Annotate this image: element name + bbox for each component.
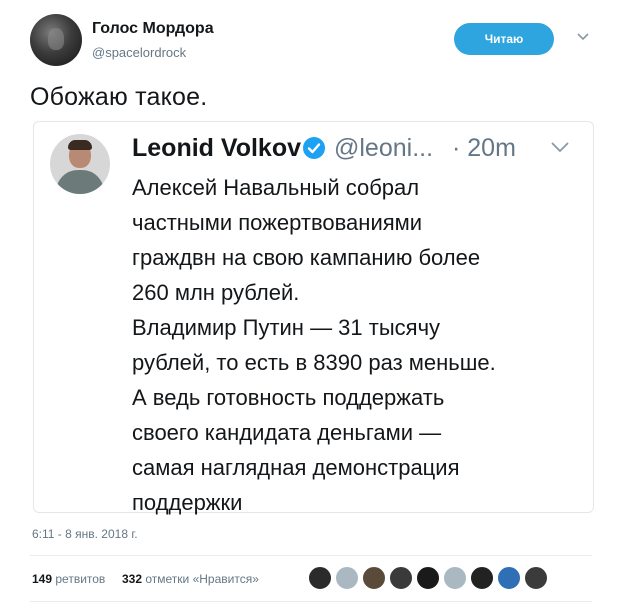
- retweets-label[interactable]: ретвитов: [55, 572, 105, 586]
- chevron-down-icon[interactable]: [550, 140, 570, 154]
- quoted-text-line: А ведь готовность поддержать: [132, 385, 445, 410]
- liker-avatar-icon[interactable]: [416, 566, 440, 590]
- liker-avatar-icon[interactable]: [308, 566, 332, 590]
- quoted-tweet-text: Алексей Навальный собрал частными пожерт…: [132, 170, 562, 520]
- tweet-stats: 149 ретвитов 332 отметки «Нравится»: [32, 572, 259, 586]
- quoted-text-line: 260 млн рублей.: [132, 280, 300, 305]
- avatar-hair-shape: [68, 140, 92, 150]
- quoted-text-line: поддержки: [132, 490, 243, 515]
- quoted-tweet[interactable]: Leonid Volkov @leoni... · 20m Алексей На…: [33, 121, 594, 515]
- liker-avatar-icon[interactable]: [470, 566, 494, 590]
- tweet-header: Голос Мордора @spacelordrock Читаю: [30, 14, 600, 70]
- quoted-author-handle[interactable]: @leoni...: [334, 134, 433, 163]
- quoted-text-line: самая наглядная демонстрация: [132, 455, 460, 480]
- liker-avatar-icon[interactable]: [524, 566, 548, 590]
- likes-label[interactable]: отметки «Нравится»: [145, 572, 259, 586]
- liker-avatar-icon[interactable]: [362, 566, 386, 590]
- liker-avatar-icon[interactable]: [335, 566, 359, 590]
- tweet-text: Обожаю такое.: [30, 83, 208, 111]
- quoted-text-line: граждвн на свою кампанию более: [132, 245, 481, 270]
- divider: [30, 555, 592, 556]
- quoted-text-line: частными пожертвованиями: [132, 210, 423, 235]
- author-avatar[interactable]: [30, 14, 82, 66]
- retweets-count[interactable]: 149: [32, 572, 52, 586]
- quoted-text-line: Владимир Путин — 31 тысячу: [132, 315, 441, 340]
- avatar-body-shape: [56, 170, 104, 194]
- liker-avatar-icon[interactable]: [443, 566, 467, 590]
- quoted-text-line: своего кандидата деньгами —: [132, 420, 442, 445]
- chevron-down-icon[interactable]: [575, 28, 591, 44]
- likes-count[interactable]: 332: [122, 572, 142, 586]
- quoted-author-name[interactable]: Leonid Volkov: [132, 134, 301, 163]
- quoted-tweet-time[interactable]: · 20m: [452, 134, 516, 163]
- follow-button[interactable]: Читаю: [454, 23, 554, 55]
- author-handle[interactable]: @spacelordrock: [92, 45, 186, 60]
- quoted-author-avatar[interactable]: [50, 134, 110, 194]
- author-name[interactable]: Голос Мордора: [92, 20, 214, 38]
- quoted-text-line: Алексей Навальный собрал: [132, 175, 420, 200]
- liker-avatar-icon[interactable]: [497, 566, 521, 590]
- tweet-timestamp[interactable]: 6:11 - 8 янв. 2018 г.: [32, 527, 138, 541]
- liker-avatar-icon[interactable]: [389, 566, 413, 590]
- verified-badge-icon: [303, 137, 325, 159]
- quoted-text-line: рублей, то есть в 8390 раз меньше.: [132, 350, 496, 375]
- divider: [30, 601, 592, 602]
